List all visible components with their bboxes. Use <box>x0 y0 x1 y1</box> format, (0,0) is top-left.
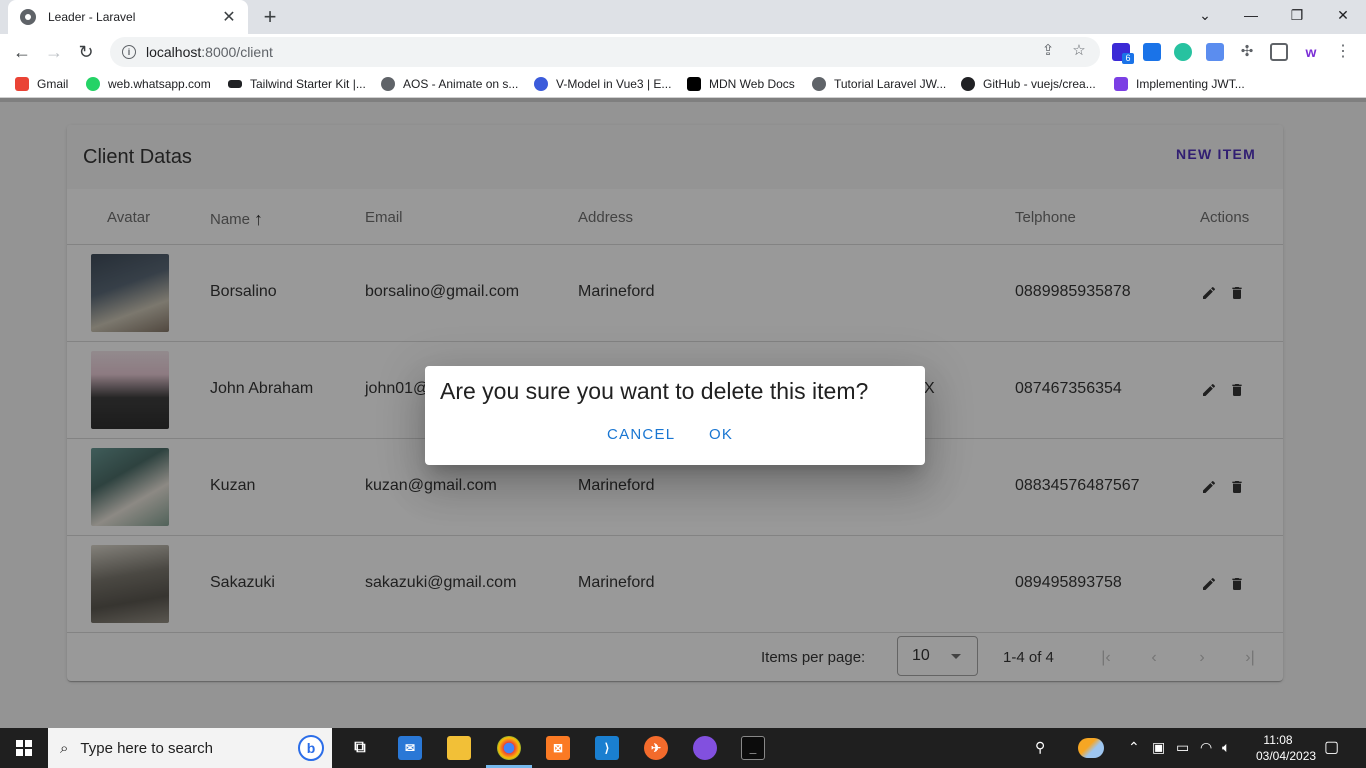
bookmark-item[interactable]: AOS - Animate on s... <box>381 76 518 92</box>
clock-date: 03/04/2023 <box>1256 749 1317 763</box>
postman-icon[interactable]: ✈ <box>644 736 668 760</box>
share-icon[interactable]: ⇪ <box>1039 41 1057 59</box>
bookmark-star-icon[interactable]: ☆ <box>1070 41 1088 59</box>
browser-tab[interactable]: Leader - Laravel ✕ <box>8 0 248 34</box>
ok-button[interactable]: OK <box>709 426 733 443</box>
people-icon[interactable]: ⚲ <box>1035 739 1045 756</box>
volume-icon[interactable]: 🔈︎ <box>1222 739 1230 756</box>
extension-icon[interactable] <box>1143 43 1161 61</box>
forward-icon[interactable]: → <box>43 41 65 63</box>
mdn-icon <box>687 77 701 91</box>
file-explorer-icon[interactable] <box>447 736 471 760</box>
github-desktop-icon[interactable] <box>693 736 717 760</box>
globe-icon <box>20 9 36 25</box>
mail-icon[interactable]: ✉ <box>398 736 422 760</box>
chrome-icon[interactable] <box>497 736 521 760</box>
tailwind-icon <box>228 80 242 88</box>
menu-kebab-icon[interactable]: ⋮ <box>1334 43 1352 61</box>
tab-strip: Leader - Laravel ✕ + ⌄ — ❐ ✕ <box>0 0 1366 34</box>
clock-time: 11:08 <box>1263 733 1293 747</box>
bookmark-item[interactable]: web.whatsapp.com <box>86 76 211 92</box>
vscode-icon[interactable]: ⟩ <box>595 736 619 760</box>
close-window-button[interactable]: ✕ <box>1320 0 1366 30</box>
bookmark-item[interactable]: V-Model in Vue3 | E... <box>534 76 671 92</box>
taskbar-search-input[interactable]: ⌕ Type here to search b <box>48 728 332 768</box>
translate-extension-icon[interactable] <box>1206 43 1224 61</box>
cancel-button[interactable]: Cancel <box>607 426 675 443</box>
delete-confirm-dialog: Are you sure you want to delete this ite… <box>425 366 925 465</box>
restore-button[interactable]: ❐ <box>1274 0 1320 30</box>
reload-icon[interactable]: ↻ <box>75 41 97 63</box>
task-view-icon[interactable]: ⧉ <box>348 736 372 760</box>
minimize-button[interactable]: — <box>1228 0 1274 30</box>
gmail-icon <box>15 77 29 91</box>
tab-search-icon[interactable]: ⌄ <box>1182 0 1228 30</box>
back-icon[interactable]: ← <box>11 41 33 63</box>
new-tab-button[interactable]: + <box>258 5 282 29</box>
network-device-icon[interactable]: ▣ <box>1152 739 1165 756</box>
bookmark-item[interactable]: Gmail <box>15 76 68 92</box>
terminal-icon[interactable]: _ <box>741 736 765 760</box>
side-panel-icon[interactable] <box>1270 43 1288 61</box>
globe-icon <box>381 77 395 91</box>
battery-icon[interactable]: ▭ <box>1176 739 1189 756</box>
profile-extension-icon[interactable]: w <box>1302 43 1320 61</box>
bookmark-item[interactable]: Tailwind Starter Kit |... <box>228 76 366 92</box>
extension-icon[interactable] <box>1174 43 1192 61</box>
windows-start-icon[interactable] <box>0 728 48 768</box>
site-info-icon[interactable]: i <box>122 45 136 59</box>
bookmark-item[interactable]: MDN Web Docs <box>687 76 795 92</box>
bookmark-item[interactable]: Implementing JWT... <box>1114 76 1245 92</box>
close-tab-icon[interactable]: ✕ <box>220 7 238 27</box>
jwt-icon <box>1114 77 1128 91</box>
notification-icon[interactable]: ▢ <box>1324 737 1339 757</box>
search-icon: ⌕ <box>60 739 69 757</box>
bookmark-item[interactable]: GitHub - vuejs/crea... <box>961 76 1096 92</box>
weather-icon[interactable] <box>1078 738 1104 758</box>
system-clock[interactable]: 11:08 03/04/2023 <box>1256 732 1317 764</box>
bing-icon[interactable]: b <box>298 735 324 761</box>
github-icon <box>961 77 975 91</box>
globe-icon <box>812 77 826 91</box>
puzzle-icon[interactable]: ✣ <box>1238 43 1256 61</box>
vue-icon <box>534 77 548 91</box>
wifi-icon[interactable]: ◠ <box>1200 739 1212 756</box>
extension-badge: 6 <box>1122 53 1134 64</box>
xampp-icon[interactable]: ⊠ <box>546 736 570 760</box>
bookmark-item[interactable]: Tutorial Laravel JW... <box>812 76 946 92</box>
address-bar[interactable]: i localhost:8000/client <box>110 37 1100 67</box>
browser-toolbar: ← → ↻ i localhost:8000/client ⇪ ☆ <box>0 34 1366 70</box>
tab-title: Leader - Laravel <box>48 10 136 24</box>
taskbar: ⌕ Type here to search b ⧉ ✉ ⊠ ⟩ ✈ _ ⚲ ⌃ … <box>0 728 1366 768</box>
bookmarks-bar: Gmail web.whatsapp.com Tailwind Starter … <box>0 70 1366 98</box>
chevron-up-icon[interactable]: ⌃ <box>1128 739 1140 756</box>
whatsapp-icon <box>86 77 100 91</box>
search-placeholder: Type here to search <box>80 739 213 757</box>
url-text: localhost:8000/client <box>146 44 273 60</box>
dialog-title: Are you sure you want to delete this ite… <box>440 378 869 404</box>
